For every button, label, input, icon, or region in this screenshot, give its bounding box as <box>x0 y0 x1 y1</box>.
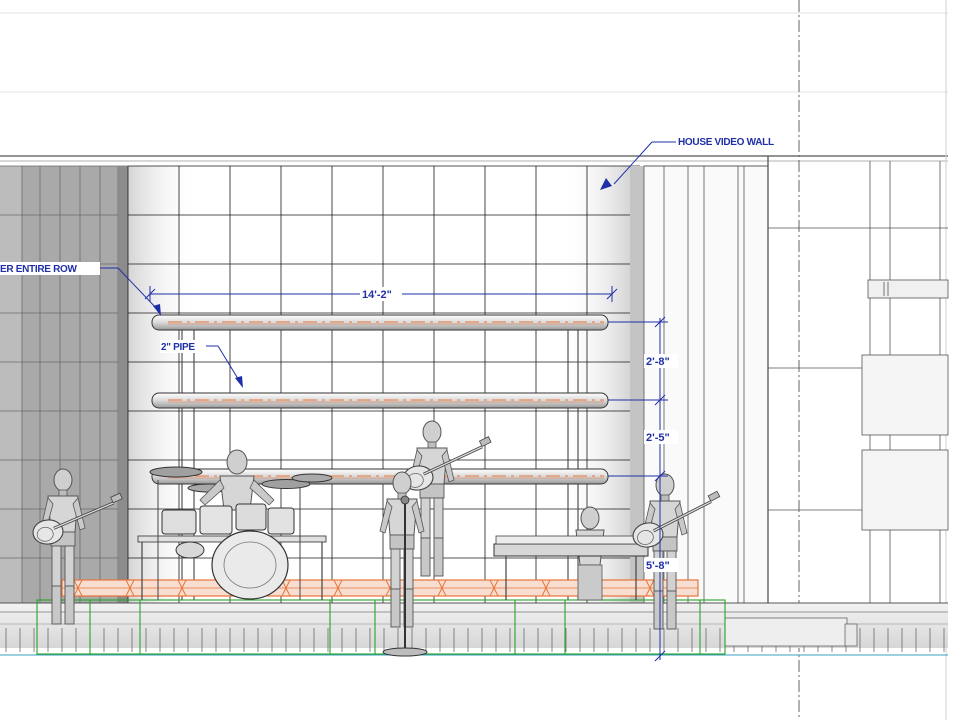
label-pipe: 2" PIPE <box>161 342 195 353</box>
stage-floor <box>0 602 948 656</box>
truss-deck <box>61 579 699 597</box>
label-house-video-wall: HOUSE VIDEO WALL <box>678 137 774 148</box>
dim-height-lower: 5'-8" <box>646 560 670 572</box>
label-entire-row: ER ENTIRE ROW <box>0 264 78 275</box>
dim-spacing-upper: 2'-8" <box>646 356 670 368</box>
pipe-row-upper <box>151 314 609 331</box>
dim-width: 14'-2" <box>362 289 392 301</box>
right-side-structure <box>643 156 949 640</box>
dim-spacing-middle: 2'-5" <box>646 432 670 444</box>
pipe-row-middle <box>151 392 609 409</box>
stage-elevation-drawing: HOUSE VIDEO WALL ER ENTIRE ROW 2" PIPE 1… <box>0 0 949 720</box>
